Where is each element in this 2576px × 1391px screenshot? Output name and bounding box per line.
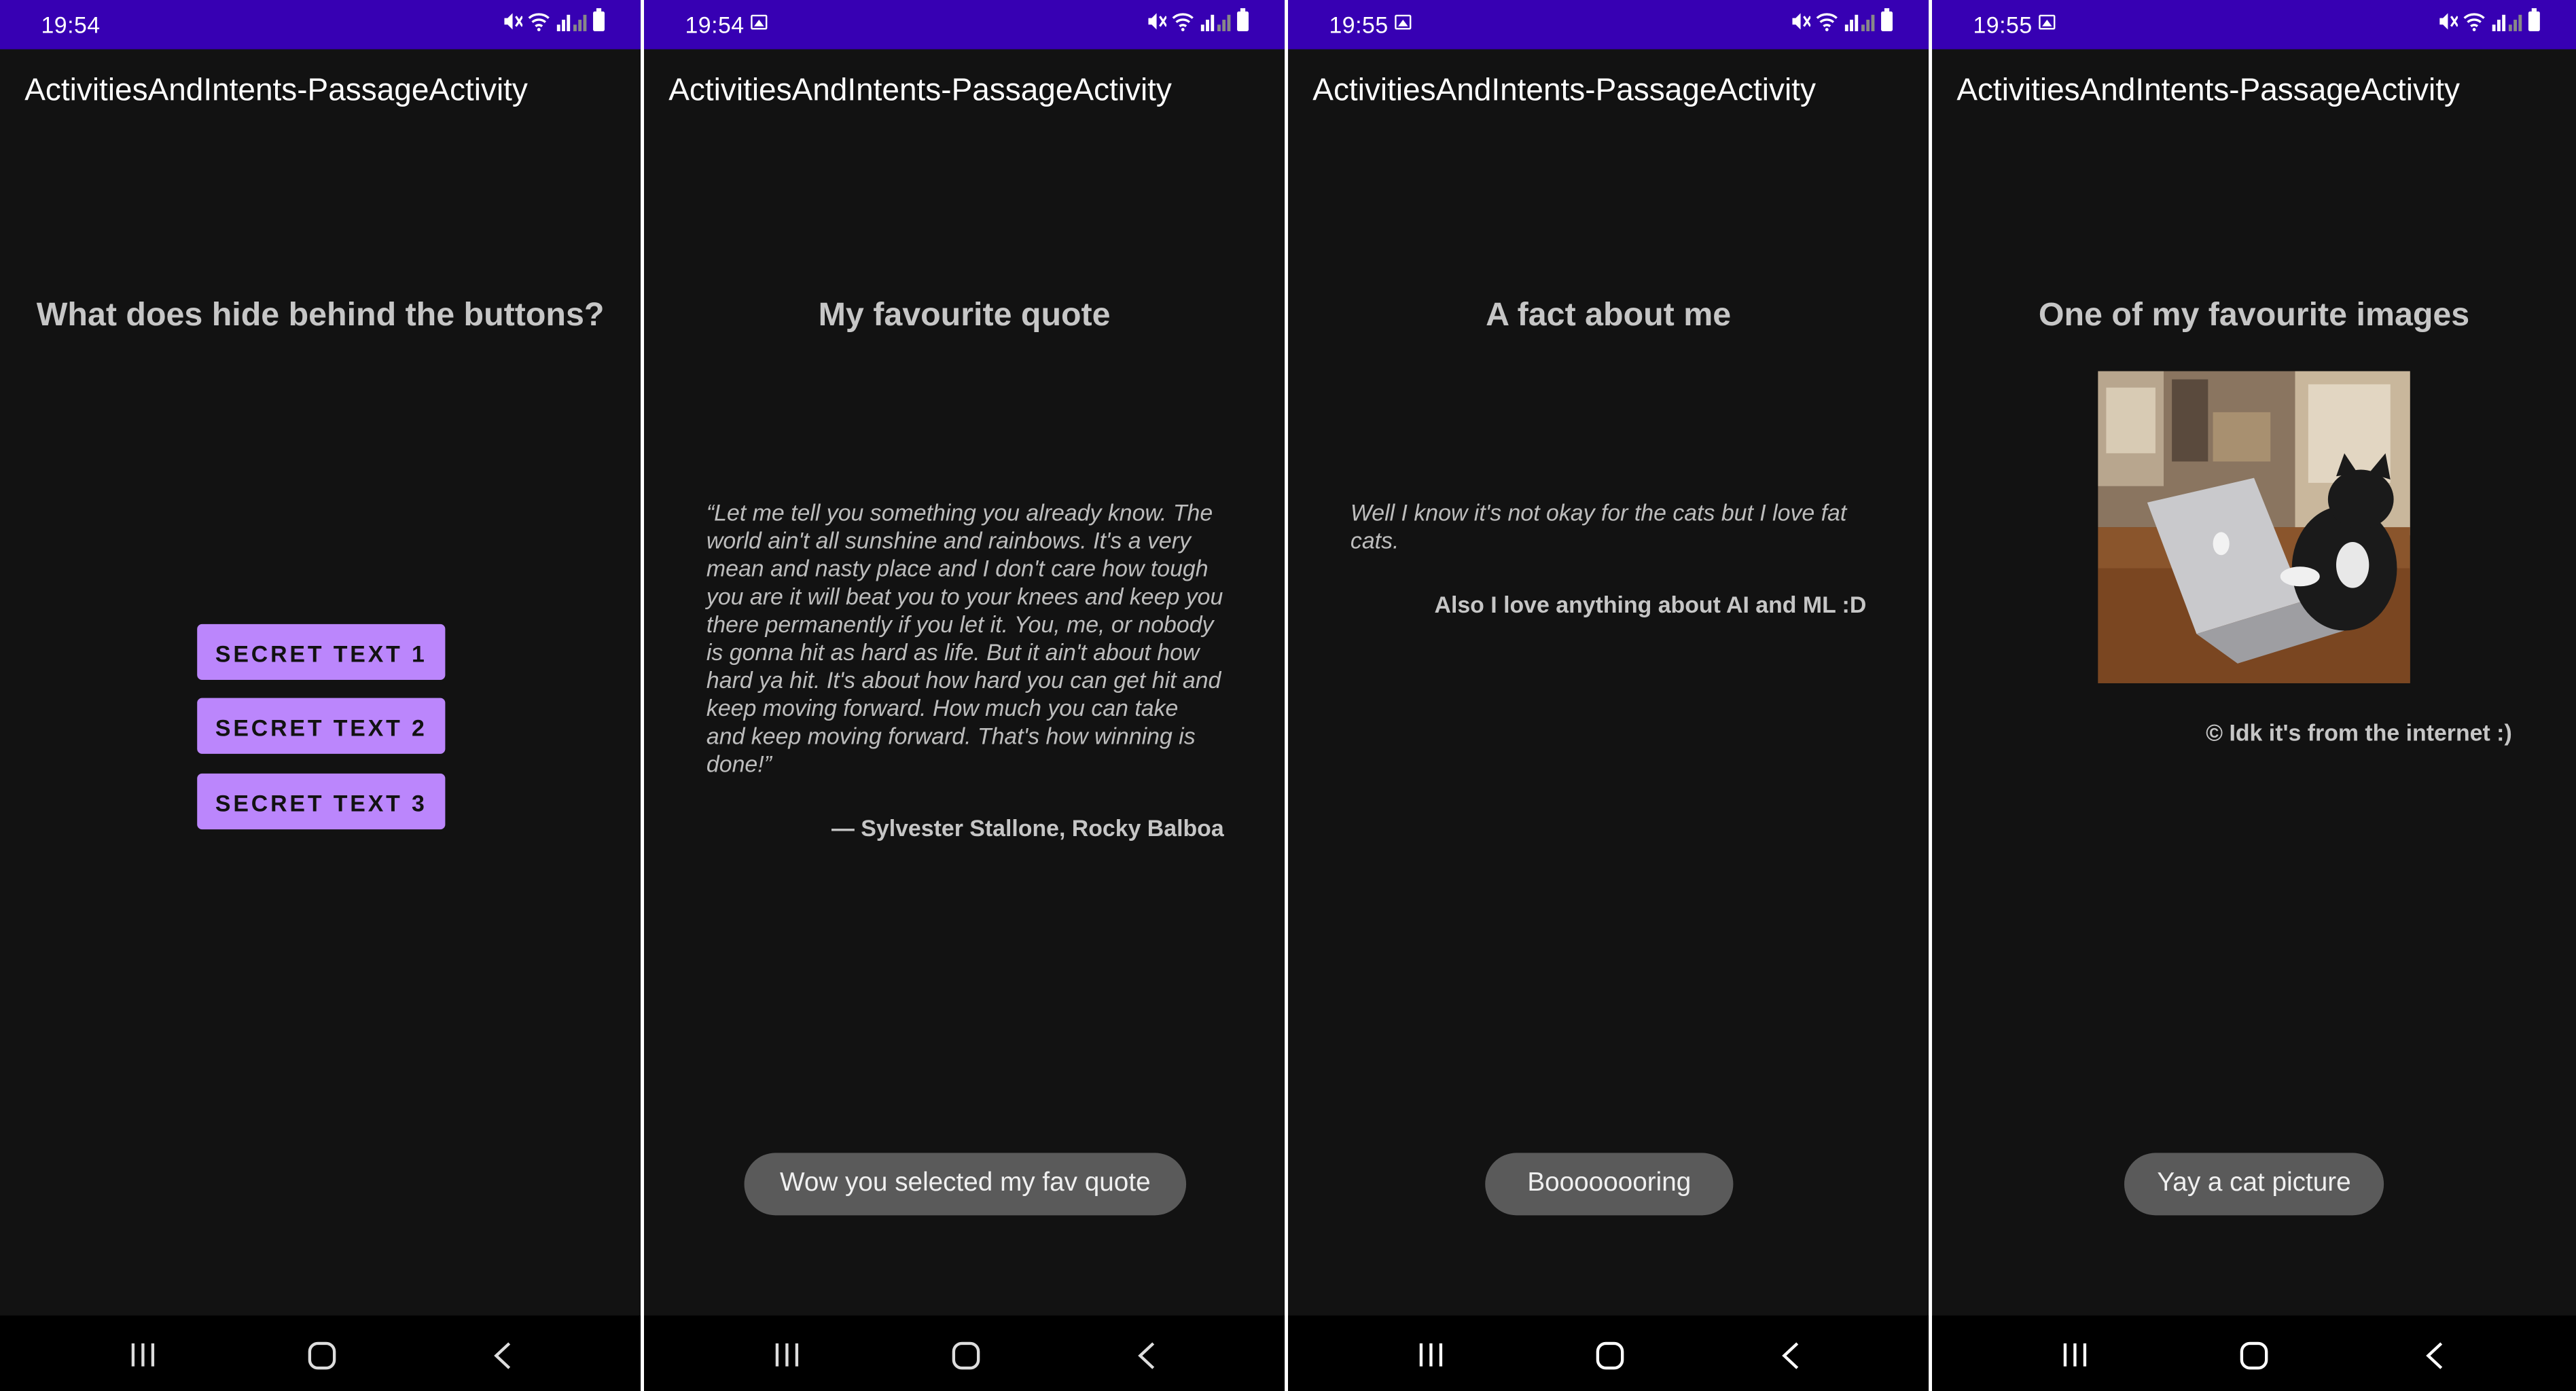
fact-line: Well I know it's not okay for the cats b…	[1350, 499, 1847, 526]
mute-icon	[2439, 13, 2458, 30]
status-bar: 19:54	[0, 0, 641, 50]
signal-icon	[2492, 14, 2522, 31]
home-icon[interactable]	[2239, 1341, 2269, 1370]
phone-screen-quote: 19:54 ActivitiesAndIntents-PassageActivi…	[644, 0, 1285, 1391]
fact-extra: Also I love anything about AI and ML :D	[1434, 591, 1867, 618]
gallery-icon	[2039, 14, 2056, 30]
phone-screen-image: 19:55 ActivitiesAndIntents-PassageActivi…	[1932, 0, 2576, 1391]
fact-line: cats.	[1350, 527, 1399, 554]
back-icon[interactable]	[1137, 1342, 1157, 1370]
status-bar: 19:54	[644, 0, 1285, 50]
signal-icon	[1844, 14, 1875, 31]
gallery-icon	[751, 14, 768, 30]
screenshot-collage: 19:54 ActivitiesAndIntents-PassageActivi…	[0, 0, 2576, 1391]
toast-message: Boooooooring	[1485, 1153, 1734, 1216]
app-title: ActivitiesAndIntents-PassageActivity	[1956, 73, 2460, 109]
status-time: 19:55	[1329, 11, 1389, 38]
app-title: ActivitiesAndIntents-PassageActivity	[668, 73, 1172, 109]
phone-screen-fact: 19:55 ActivitiesAndIntents-PassageActivi…	[1288, 0, 1929, 1391]
status-bar: 19:55	[1932, 0, 2576, 50]
app-title: ActivitiesAndIntents-PassageActivity	[1312, 73, 1816, 109]
secret-text-3-button[interactable]: SECRET TEXT 3	[197, 773, 446, 830]
navigation-bar	[1288, 1315, 1929, 1391]
quote-line: “Let me tell you something you already k…	[706, 499, 1213, 526]
mute-icon	[1148, 13, 1167, 30]
quote-line: hard ya hit. It's about how hard you can…	[706, 666, 1221, 693]
recents-icon[interactable]	[1418, 1342, 1444, 1369]
status-time: 19:54	[685, 11, 745, 38]
image-caption: © Idk it's from the internet :)	[2206, 719, 2512, 746]
page-heading: What does hide behind the buttons?	[36, 297, 605, 333]
navigation-bar	[0, 1315, 641, 1391]
secret-text-1-button[interactable]: SECRET TEXT 1	[197, 624, 446, 681]
back-icon[interactable]	[1781, 1342, 1801, 1370]
battery-icon	[1881, 8, 1893, 31]
signal-icon	[556, 14, 587, 31]
status-icons	[503, 8, 605, 31]
fact-text: Well I know it's not okay for the cats b…	[1350, 499, 1909, 555]
recents-icon[interactable]	[130, 1342, 156, 1369]
quote-line: world ain't all sunshine and rainbows. I…	[706, 527, 1191, 554]
page-heading: A fact about me	[1486, 297, 1732, 333]
navigation-bar	[644, 1315, 1285, 1391]
signal-icon	[1200, 14, 1231, 31]
quote-line: there permanently if you let it. You, me…	[706, 611, 1214, 638]
recents-icon[interactable]	[774, 1342, 800, 1369]
back-icon[interactable]	[493, 1342, 513, 1370]
quote-line: mean and nasty place and I don't care ho…	[706, 555, 1209, 581]
battery-icon	[1237, 8, 1249, 31]
toast-message: Wow you selected my fav quote	[744, 1153, 1187, 1216]
wifi-icon	[2463, 13, 2485, 31]
battery-icon	[593, 8, 605, 31]
quote-line: done!”	[706, 751, 772, 777]
quote-attribution: — Sylvester Stallone, Rocky Balboa	[831, 814, 1224, 842]
app-title: ActivitiesAndIntents-PassageActivity	[24, 73, 528, 109]
recents-icon[interactable]	[2062, 1342, 2088, 1369]
wifi-icon	[1816, 13, 1838, 31]
status-bar: 19:55	[1288, 0, 1929, 50]
status-icons	[1791, 8, 1893, 31]
quote-line: and keep moving forward. That's how winn…	[706, 722, 1196, 749]
mute-icon	[504, 13, 523, 30]
phone-screen-main: 19:54 ActivitiesAndIntents-PassageActivi…	[0, 0, 641, 1391]
home-icon[interactable]	[951, 1341, 981, 1370]
status-icons	[1147, 8, 1249, 31]
toast-message: Yay a cat picture	[2124, 1153, 2384, 1216]
quote-text: “Let me tell you something you already k…	[706, 499, 1265, 778]
wifi-icon	[1172, 13, 1194, 31]
battery-icon	[2528, 8, 2540, 31]
home-icon[interactable]	[307, 1341, 337, 1370]
back-icon[interactable]	[2425, 1342, 2445, 1370]
quote-line: keep moving forward. How much you can ta…	[706, 694, 1179, 721]
navigation-bar	[1932, 1315, 2576, 1391]
cat-laptop-image	[2098, 371, 2410, 683]
status-time: 19:55	[1973, 11, 2033, 38]
secret-text-2-button[interactable]: SECRET TEXT 2	[197, 698, 446, 754]
quote-line: is gonna hit as hard as life. But it ain…	[706, 638, 1200, 666]
page-heading: My favourite quote	[818, 297, 1111, 333]
wifi-icon	[528, 13, 550, 31]
gallery-icon	[1395, 14, 1412, 30]
page-heading: One of my favourite images	[2038, 297, 2470, 333]
quote-line: you are it will beat you to your knees a…	[706, 583, 1223, 610]
home-icon[interactable]	[1595, 1341, 1625, 1370]
status-time: 19:54	[41, 11, 101, 38]
mute-icon	[1792, 13, 1811, 30]
status-icons	[2438, 8, 2540, 31]
